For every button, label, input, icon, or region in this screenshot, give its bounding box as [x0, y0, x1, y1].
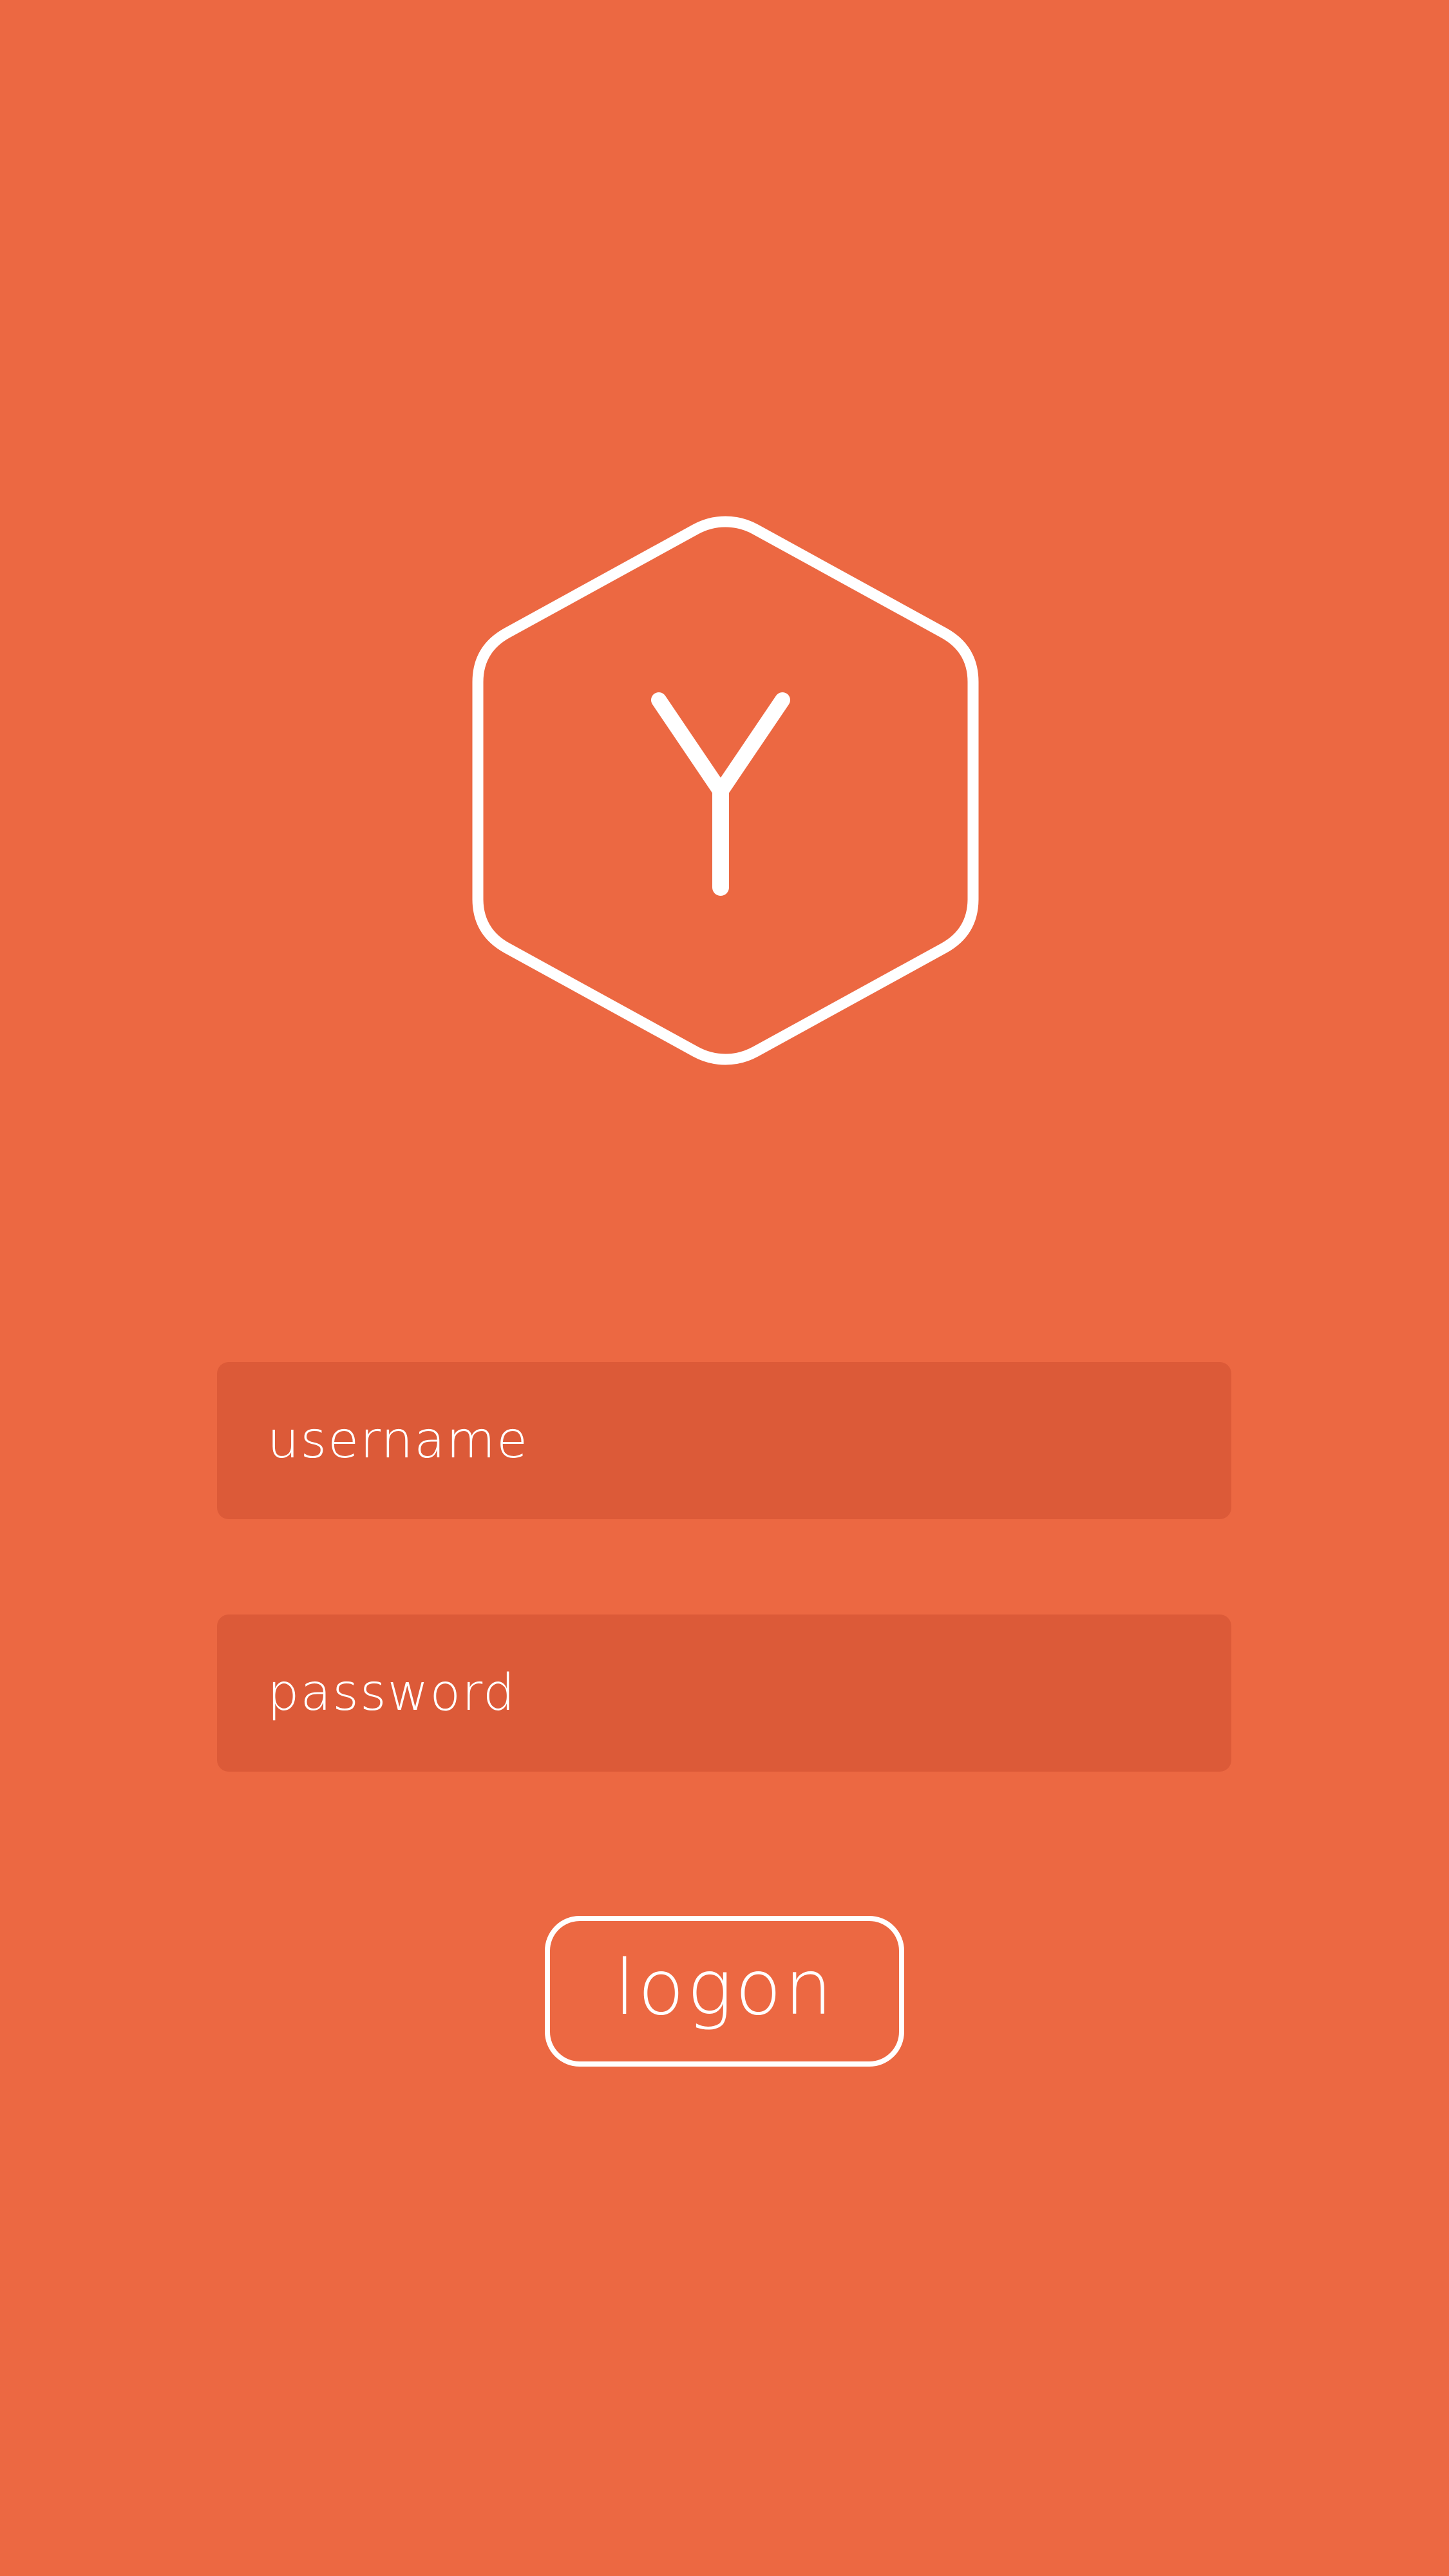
logo-graphic	[472, 516, 979, 1065]
login-screen: logon	[0, 0, 1449, 2576]
hexagon-y-logo-icon	[466, 512, 985, 1069]
logon-button[interactable]: logon	[545, 1916, 904, 2067]
username-input[interactable]	[217, 1362, 1231, 1519]
password-field[interactable]	[217, 1615, 1231, 1772]
username-field[interactable]	[217, 1362, 1231, 1519]
password-input[interactable]	[217, 1615, 1231, 1772]
logo-letter-arms	[651, 692, 790, 799]
